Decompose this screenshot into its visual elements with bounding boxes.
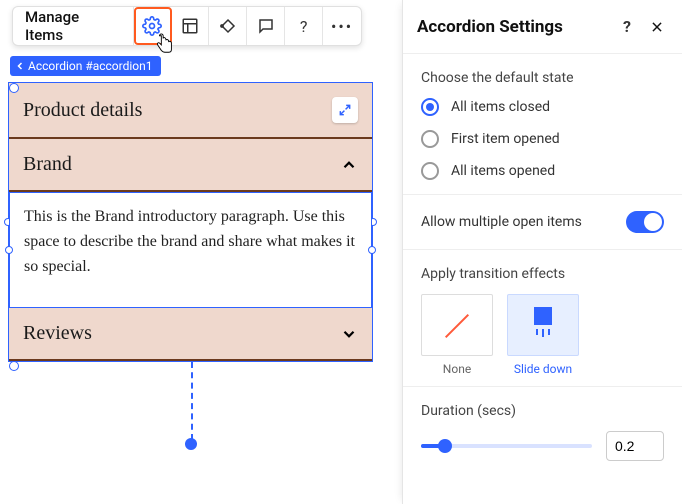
effect-label: Slide down	[507, 362, 579, 376]
duration-label: Duration (secs)	[421, 403, 664, 419]
panel-title: Accordion Settings	[417, 17, 608, 37]
layout-icon	[181, 17, 199, 35]
slide-down-icon	[528, 305, 558, 345]
chevron-down-icon[interactable]	[340, 325, 358, 343]
comment-button[interactable]	[247, 7, 285, 45]
radio-all-closed[interactable]: All items closed	[421, 98, 664, 116]
duration-slider[interactable]	[421, 434, 592, 458]
animation-button[interactable]	[209, 7, 247, 45]
add-item-handle[interactable]	[185, 438, 197, 450]
accordion-item[interactable]: Brand	[9, 139, 372, 192]
radio-icon	[421, 162, 439, 180]
duration-input[interactable]	[606, 431, 664, 461]
gear-icon	[142, 16, 162, 36]
radio-icon	[421, 98, 439, 116]
breadcrumb[interactable]: Accordion #accordion1	[10, 56, 161, 76]
accordion-item[interactable]: Product details	[9, 83, 372, 139]
accordion-body-text: This is the Brand introductory paragraph…	[24, 208, 355, 275]
more-button[interactable]: •••	[323, 7, 361, 45]
help-button[interactable]: ?	[285, 7, 323, 45]
animation-icon	[219, 17, 237, 35]
radio-first-opened[interactable]: First item opened	[421, 130, 664, 148]
ellipsis-icon: •••	[331, 17, 353, 36]
radio-icon	[421, 130, 439, 148]
effect-slide-down[interactable]: Slide down	[507, 294, 579, 376]
manage-items-label: Manage Items	[25, 8, 121, 44]
breadcrumb-label: Accordion #accordion1	[28, 59, 153, 73]
resize-handle-left[interactable]	[5, 246, 13, 254]
accordion-item-title: Reviews	[23, 322, 92, 345]
panel-close-button[interactable]	[646, 16, 668, 38]
radio-all-opened[interactable]: All items opened	[421, 162, 664, 180]
effect-none[interactable]: None	[421, 294, 493, 376]
allow-multiple-toggle[interactable]	[626, 211, 664, 233]
default-state-label: Choose the default state	[421, 70, 664, 86]
transition-label: Apply transition effects	[421, 266, 664, 282]
accordion-item[interactable]: Reviews	[9, 308, 372, 361]
chevron-up-icon[interactable]	[340, 156, 358, 174]
question-icon: ?	[300, 17, 308, 36]
chevron-left-icon	[14, 60, 26, 72]
resize-handle-right[interactable]	[368, 246, 376, 254]
slider-thumb[interactable]	[438, 439, 452, 453]
none-icon	[437, 305, 477, 345]
radio-label: All items closed	[451, 99, 550, 115]
expand-button[interactable]	[332, 97, 358, 123]
accordion-item-title: Product details	[23, 99, 142, 122]
speech-bubble-icon	[257, 17, 275, 35]
radio-label: All items opened	[451, 163, 555, 179]
settings-button[interactable]	[134, 7, 172, 45]
manage-items-button[interactable]: Manage Items	[13, 7, 134, 45]
accordion-item-title: Brand	[23, 153, 72, 176]
radio-label: First item opened	[451, 131, 560, 147]
accordion-body[interactable]: This is the Brand introductory paragraph…	[9, 192, 372, 308]
accordion-preview: Product details Brand This is the Brand …	[8, 82, 373, 362]
allow-multiple-label: Allow multiple open items	[421, 214, 582, 230]
close-icon	[650, 20, 664, 34]
component-toolbar: Manage Items ? •••	[12, 6, 362, 46]
settings-panel: Accordion Settings ? Choose the default …	[402, 0, 682, 504]
add-item-guide	[191, 362, 193, 440]
panel-help-button[interactable]: ?	[616, 16, 638, 38]
question-icon: ?	[623, 17, 631, 36]
expand-diagonal-icon	[338, 103, 352, 117]
effect-label: None	[421, 362, 493, 376]
layout-button[interactable]	[172, 7, 210, 45]
